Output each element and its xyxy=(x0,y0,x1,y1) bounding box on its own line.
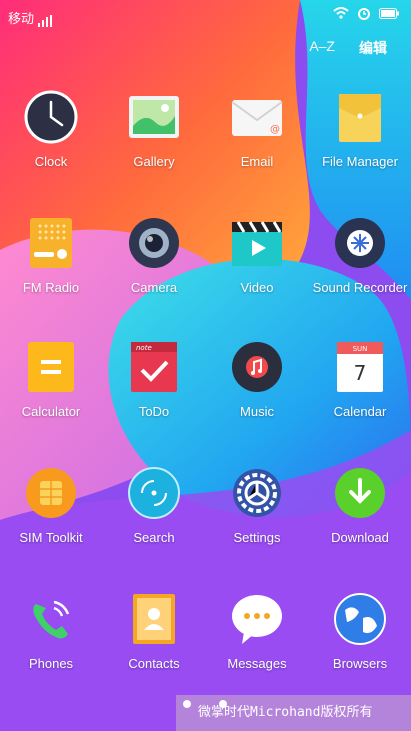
app-camera[interactable]: Camera xyxy=(103,216,205,295)
alarm-icon xyxy=(358,8,370,20)
app-todo[interactable]: note ToDo xyxy=(103,340,205,419)
app-contacts[interactable]: Contacts xyxy=(103,592,205,671)
app-calendar[interactable]: SUN 7 Calendar xyxy=(309,340,411,419)
folder-icon xyxy=(333,90,387,144)
carrier-name: 移动 xyxy=(8,11,35,26)
wifi-icon xyxy=(333,7,349,19)
app-label: FM Radio xyxy=(22,280,80,295)
email-icon: @ xyxy=(230,90,284,144)
clock-icon xyxy=(24,90,78,144)
page-dot[interactable] xyxy=(183,700,191,708)
app-label: Settings xyxy=(233,530,281,545)
video-icon xyxy=(230,216,284,270)
app-file-manager[interactable]: File Manager xyxy=(309,90,411,169)
app-label: ToDo xyxy=(138,404,170,419)
app-label: Search xyxy=(133,530,175,545)
app-label: Camera xyxy=(130,280,178,295)
app-fm-radio[interactable]: FM Radio xyxy=(0,216,102,295)
app-download[interactable]: Download xyxy=(309,466,411,545)
app-sound-recorder[interactable]: Sound Recorder xyxy=(309,216,411,295)
page-indicator[interactable] xyxy=(183,700,227,708)
signal-icon xyxy=(38,15,53,27)
app-label: Calendar xyxy=(333,404,387,419)
app-label: Download xyxy=(331,530,389,545)
svg-text:@: @ xyxy=(270,124,280,135)
app-label: Browsers xyxy=(332,656,388,671)
edit-button[interactable]: 编辑 xyxy=(359,38,387,58)
sim-icon xyxy=(24,466,78,520)
app-label: Phones xyxy=(28,656,74,671)
app-sim-toolkit[interactable]: SIM Toolkit xyxy=(0,466,102,545)
app-calculator[interactable]: Calculator xyxy=(0,340,102,419)
app-messages[interactable]: Messages xyxy=(206,592,308,671)
music-icon xyxy=(230,340,284,394)
sort-az-button[interactable]: A–Z xyxy=(309,38,335,58)
camera-icon xyxy=(127,216,181,270)
search-icon xyxy=(127,466,181,520)
app-email[interactable]: @ Email xyxy=(206,90,308,169)
calendar-icon: SUN 7 xyxy=(333,340,387,394)
app-video[interactable]: Video xyxy=(206,216,308,295)
app-label: Clock xyxy=(34,154,68,169)
gallery-icon xyxy=(127,90,181,144)
contacts-icon xyxy=(127,592,181,646)
svg-text:SUN: SUN xyxy=(353,345,368,353)
app-clock[interactable]: Clock xyxy=(0,90,102,169)
app-label: File Manager xyxy=(322,154,398,169)
header-actions: A–Z 编辑 xyxy=(309,38,387,58)
gear-icon xyxy=(230,466,284,520)
todo-icon: note xyxy=(127,340,181,394)
app-label: Gallery xyxy=(133,154,175,169)
svg-text:7: 7 xyxy=(354,361,367,385)
app-label: Video xyxy=(240,280,274,295)
recorder-icon xyxy=(333,216,387,270)
globe-icon xyxy=(333,592,387,646)
app-label: SIM Toolkit xyxy=(19,530,83,545)
battery-icon xyxy=(379,7,399,19)
phone-icon xyxy=(24,592,78,646)
page-dot[interactable] xyxy=(219,700,227,708)
app-phones[interactable]: Phones xyxy=(0,592,102,671)
app-label: Music xyxy=(240,404,274,419)
app-label: Email xyxy=(240,154,274,169)
app-label: Calculator xyxy=(21,404,81,419)
download-icon xyxy=(333,466,387,520)
app-label: Sound Recorder xyxy=(312,280,408,295)
app-browsers[interactable]: Browsers xyxy=(309,592,411,671)
app-settings[interactable]: Settings xyxy=(206,466,308,545)
messages-icon xyxy=(230,592,284,646)
app-label: Messages xyxy=(227,656,287,671)
radio-icon xyxy=(24,216,78,270)
status-bar: 移动 xyxy=(0,0,411,30)
app-music[interactable]: Music xyxy=(206,340,308,419)
app-gallery[interactable]: Gallery xyxy=(103,90,205,169)
app-label: Contacts xyxy=(128,656,180,671)
calculator-icon xyxy=(24,340,78,394)
app-search[interactable]: Search xyxy=(103,466,205,545)
todo-note-text: note xyxy=(136,344,152,352)
